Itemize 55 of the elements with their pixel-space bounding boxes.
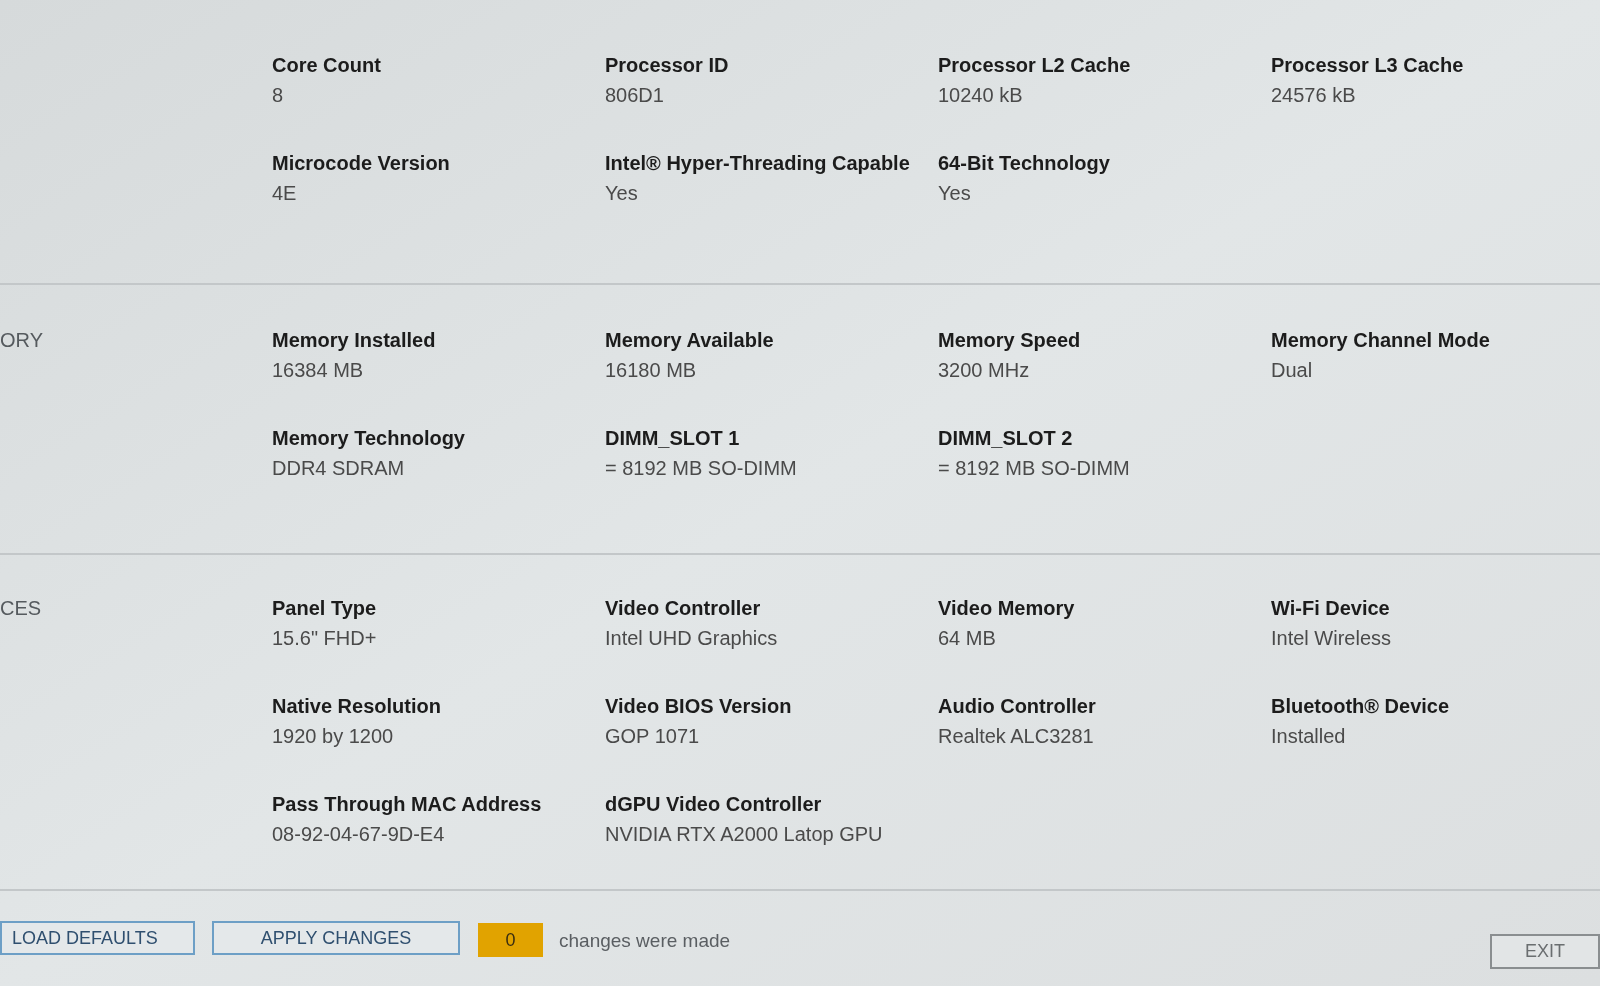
section-label: ORY [0, 329, 43, 351]
field-value: 08-92-04-67-9D-E4 [272, 822, 445, 847]
field-label: Bluetooth® Device [1271, 694, 1450, 719]
field-value: 3200 MHz [938, 358, 1030, 383]
field-label: Processor ID [605, 53, 729, 78]
field-value: 16180 MB [605, 358, 697, 383]
field-value: 64 MB [938, 626, 996, 651]
field-label: Processor L3 Cache [1271, 53, 1464, 78]
field-label: Intel® Hyper-Threading Capable [605, 151, 910, 176]
field-value: = 8192 MB SO-DIMM [605, 456, 797, 481]
field-value: 1920 by 1200 [272, 724, 394, 749]
field-value: Intel Wireless [1271, 626, 1392, 651]
field-label: Core Count [272, 53, 381, 78]
field-value: Yes [605, 181, 638, 206]
field-label: dGPU Video Controller [605, 792, 822, 817]
field-label: Panel Type [272, 596, 377, 621]
field-label: Video Memory [938, 596, 1075, 621]
changes-count: 0 [478, 923, 543, 957]
field-label: Memory Channel Mode [1271, 328, 1490, 353]
field-label: DIMM_SLOT 2 [938, 426, 1073, 451]
changes-status-text: changes were made [559, 929, 731, 953]
apply-changes-button[interactable]: APPLY CHANGES [212, 921, 460, 955]
field-label: Processor L2 Cache [938, 53, 1131, 78]
field-value: 16384 MB [272, 358, 364, 383]
field-value: Installed [1271, 724, 1346, 749]
field-value: Realtek ALC3281 [938, 724, 1094, 749]
field-value: Dual [1271, 358, 1313, 383]
section-label: CES [0, 597, 42, 619]
field-value: GOP 1071 [605, 724, 700, 749]
field-label: Audio Controller [938, 694, 1096, 719]
field-label: DIMM_SLOT 1 [605, 426, 740, 451]
field-value: Yes [938, 181, 971, 206]
field-value: 24576 kB [1271, 83, 1356, 108]
field-value: 8 [272, 83, 284, 108]
field-label: Memory Available [605, 328, 774, 353]
field-value: = 8192 MB SO-DIMM [938, 456, 1130, 481]
field-label: Memory Technology [272, 426, 465, 451]
field-label: 64-Bit Technology [938, 151, 1110, 176]
field-value: 806D1 [605, 83, 664, 108]
field-value: DDR4 SDRAM [272, 456, 405, 481]
field-label: Microcode Version [272, 151, 450, 176]
field-value: 10240 kB [938, 83, 1023, 108]
field-value: Intel UHD Graphics [605, 626, 778, 651]
field-label: Wi-Fi Device [1271, 596, 1390, 621]
field-label: Native Resolution [272, 694, 441, 719]
field-value: 15.6" FHD+ [272, 626, 377, 651]
field-value: NVIDIA RTX A2000 Latop GPU [605, 822, 883, 847]
load-defaults-button[interactable]: LOAD DEFAULTS [0, 921, 195, 955]
field-label: Pass Through MAC Address [272, 792, 542, 817]
field-label: Memory Speed [938, 328, 1081, 353]
exit-button[interactable]: EXIT [1490, 934, 1600, 969]
field-label: Video Controller [605, 596, 761, 621]
field-label: Video BIOS Version [605, 694, 792, 719]
field-value: 4E [272, 181, 297, 206]
field-label: Memory Installed [272, 328, 436, 353]
